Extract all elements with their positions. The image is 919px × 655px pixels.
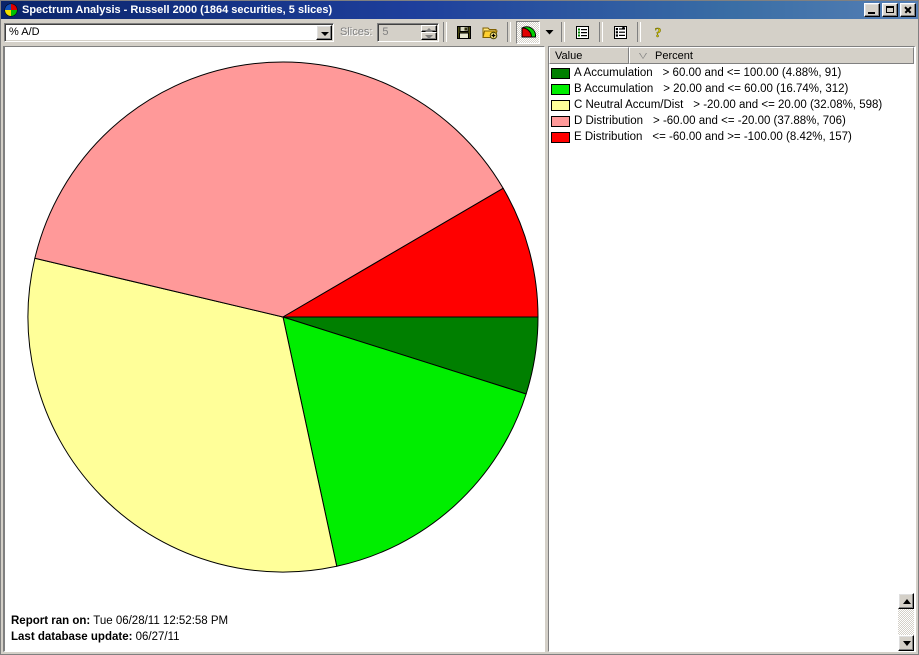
column-header-percent-label: Percent [655,49,693,62]
legend-color-swatch [551,131,570,143]
last-database-update-label: Last database update: [11,631,133,643]
legend-row[interactable]: D Distribution > -60.00 and <= -20.00 (37… [549,113,914,129]
legend-row[interactable]: E Distribution <= -60.00 and >= -100.00 (… [549,129,914,145]
open-button[interactable] [478,21,502,44]
indicator-select[interactable]: % A/D [4,22,334,42]
column-header-value-label: Value [555,49,583,62]
list-view-button[interactable] [570,21,594,44]
minimize-button[interactable] [864,3,880,17]
scroll-up-button[interactable] [898,593,914,609]
report-button[interactable] [608,21,632,44]
legend-row-range: <= -60.00 and >= -100.00 (8.42%, 157) [652,131,852,143]
legend-row-label: B Accumulation [574,83,654,95]
column-header-percent[interactable]: Percent [629,47,914,64]
report-ran-on-line: Report ran on: Tue 06/28/11 12:52:58 PM [11,613,544,629]
maximize-button[interactable] [882,3,898,17]
legend-color-swatch [551,115,570,127]
legend-list[interactable]: A Accumulation > 60.00 and <= 100.00 (4.8… [549,64,914,651]
legend-color-swatch [551,67,570,79]
main-body: Report ran on: Tue 06/28/11 12:52:58 PM … [1,46,918,654]
toolbar-separator [443,22,448,42]
toolbar-separator [637,22,642,42]
legend-color-swatch [551,83,570,95]
legend-row-label: E Distribution [574,131,643,143]
chevron-down-icon [545,29,554,35]
legend-row-label: D Distribution [574,115,644,127]
chart-panel: Report ran on: Tue 06/28/11 12:52:58 PM … [3,46,545,652]
floppy-disk-icon [456,24,472,40]
slices-label: Slices: [340,26,373,38]
slices-value: 5 [382,25,389,38]
report-ran-on-label: Report ran on: [11,615,91,627]
sort-descending-icon [639,52,647,59]
legend-panel: Value Percent A Accumulation > 60.00 and … [548,46,916,652]
legend-color-swatch [551,99,570,111]
legend-row[interactable]: A Accumulation > 60.00 and <= 100.00 (4.8… [549,65,914,81]
legend-row-range: > 20.00 and <= 60.00 (16.74%, 312) [663,83,849,95]
svg-text:?: ? [655,26,662,40]
toolbar: % A/D Slices: 5 ? [1,19,918,46]
chart-type-button[interactable] [516,20,541,44]
legend-row-range: > 60.00 and <= 100.00 (4.88%, 91) [662,67,842,79]
toolbar-separator [599,22,604,42]
slices-stepper-buttons [421,24,438,40]
chart-type-dropdown[interactable] [542,21,556,44]
last-database-update-line: Last database update: 06/27/11 [11,629,544,645]
slices-stepper[interactable]: 5 [377,22,440,42]
pie-chart-svg[interactable] [5,47,544,607]
legend-scrollbar[interactable] [898,593,914,651]
legend-row-range: > -20.00 and <= 20.00 (32.08%, 598) [693,99,883,111]
question-mark-icon: ? [651,24,665,40]
help-button[interactable]: ? [646,21,670,44]
close-button[interactable] [900,3,916,17]
legend-row-range: > -60.00 and <= -20.00 (37.88%, 706) [653,115,846,127]
list-view-icon [575,25,590,40]
legend-row[interactable]: B Accumulation > 20.00 and <= 60.00 (16.7… [549,81,914,97]
title-bar: Spectrum Analysis - Russell 2000 (1864 s… [1,1,918,19]
open-folder-icon [482,24,499,40]
indicator-select-value: % A/D [9,26,40,38]
legend-row-label: A Accumulation [574,67,653,79]
scrollbar-track[interactable] [898,609,914,635]
pie-chart[interactable] [5,47,544,610]
window-controls [864,3,916,17]
legend-column-headers: Value Percent [549,47,914,64]
window-title: Spectrum Analysis - Russell 2000 (1864 s… [22,4,333,16]
slices-increment-button[interactable] [421,24,438,32]
chevron-down-icon[interactable] [316,24,332,40]
pie-chart-icon [4,3,18,17]
slices-decrement-button[interactable] [421,32,438,40]
toolbar-separator [561,22,566,42]
report-footer: Report ran on: Tue 06/28/11 12:52:58 PM … [5,610,544,651]
last-database-update-value: 06/27/11 [135,631,180,643]
spectrum-analysis-window: Spectrum Analysis - Russell 2000 (1864 s… [0,0,919,655]
pie-chart-icon [520,24,537,40]
report-icon [613,25,628,40]
save-button[interactable] [452,21,476,44]
scroll-down-button[interactable] [898,635,914,651]
report-ran-on-value: Tue 06/28/11 12:52:58 PM [93,615,229,627]
toolbar-separator [507,22,512,42]
legend-row[interactable]: C Neutral Accum/Dist > -20.00 and <= 20.0… [549,97,914,113]
legend-row-label: C Neutral Accum/Dist [574,99,684,111]
column-header-value[interactable]: Value [549,47,629,64]
